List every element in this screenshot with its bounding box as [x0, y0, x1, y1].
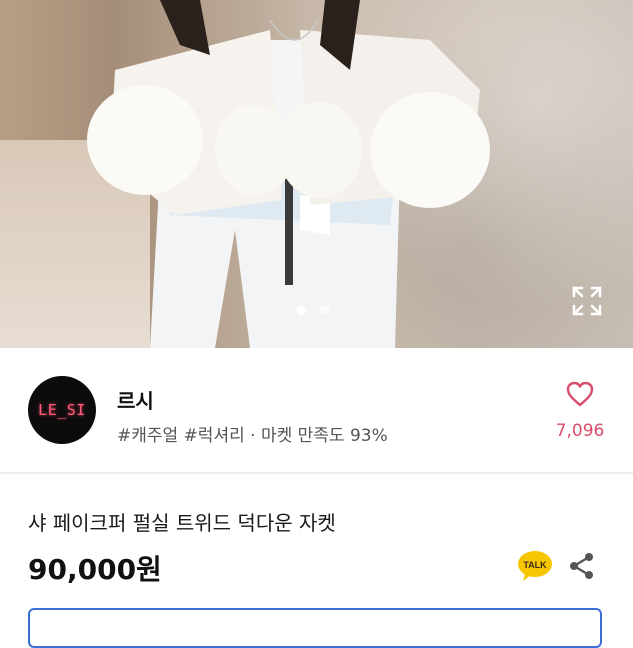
- gallery-pagination: [296, 305, 330, 315]
- section-divider: [0, 472, 633, 474]
- like-count: 7,096: [555, 421, 605, 441]
- seller-avatar[interactable]: LE_SI: [28, 376, 96, 444]
- expand-icon[interactable]: [570, 284, 604, 318]
- product-image-gallery[interactable]: [0, 0, 633, 348]
- product-photo: [87, 0, 490, 348]
- action-button[interactable]: [28, 608, 602, 648]
- seller-logo: LE_SI: [38, 401, 86, 419]
- heart-icon[interactable]: [565, 380, 595, 408]
- pagination-dot[interactable]: [296, 305, 306, 315]
- pagination-dot[interactable]: [320, 305, 330, 315]
- talk-icon[interactable]: TALK: [517, 550, 553, 582]
- product-title: 샤 페이크퍼 펄실 트위드 덕다운 자켓: [28, 511, 336, 535]
- share-icon[interactable]: [568, 552, 596, 580]
- product-price: 90,000원: [28, 553, 162, 586]
- seller-tags: #캐주얼 #럭셔리 · 마켓 만족도 93%: [117, 426, 388, 446]
- seller-info[interactable]: LE_SI 르시 #캐주얼 #럭셔리 · 마켓 만족도 93% 7,096: [0, 348, 633, 466]
- seller-name[interactable]: 르시: [117, 385, 154, 414]
- talk-icon-label: TALK: [523, 560, 547, 570]
